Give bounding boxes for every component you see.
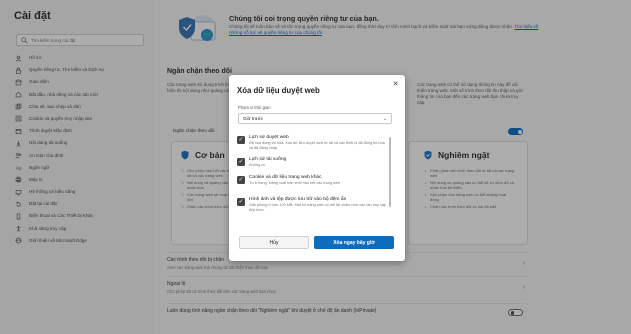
data-type-desc: Giải phóng ít hơn 100 MB. Một số trang w… — [249, 203, 387, 212]
data-type-list: ✓ Lịch sử duyệt web Đã xóa đồng bộ hóa. … — [237, 135, 387, 233]
data-type-item-cookies[interactable]: ✓ Cookie và dữ liệu trang web khác Từ 6 … — [237, 175, 387, 197]
chevron-down-icon: ⌄ — [382, 116, 387, 122]
clear-now-button[interactable]: Xóa ngay bây giờ — [314, 236, 394, 249]
dialog-scrollbar[interactable] — [389, 137, 391, 207]
clear-browsing-data-dialog: ✕ Xóa dữ liệu duyệt web Phạm vi thời gia… — [229, 75, 405, 261]
checkbox-checked-icon[interactable]: ✓ — [237, 198, 245, 206]
close-icon[interactable]: ✕ — [392, 80, 399, 88]
data-type-item-downloads[interactable]: ✓ Lịch sử tải xuống Không có — [237, 157, 387, 175]
time-range-label: Phạm vi thời gian — [238, 105, 271, 110]
checkbox-checked-icon[interactable]: ✓ — [237, 158, 245, 166]
data-type-desc: Không có — [249, 163, 266, 167]
data-type-title: Hình ảnh và tệp được lưu trữ vào bộ đệm … — [249, 197, 347, 202]
time-range-select[interactable]: Giờ trước ⌄ — [238, 113, 392, 124]
data-type-item-cache[interactable]: ✓ Hình ảnh và tệp được lưu trữ vào bộ đệ… — [237, 197, 387, 219]
time-range-value: Giờ trước — [243, 116, 264, 121]
data-type-item-history[interactable]: ✓ Lịch sử duyệt web Đã xóa đồng bộ hóa. … — [237, 135, 387, 157]
checkbox-checked-icon[interactable]: ✓ — [237, 176, 245, 184]
data-type-title: Lịch sử duyệt web — [249, 135, 289, 140]
checkbox-checked-icon[interactable]: ✓ — [237, 136, 245, 144]
dialog-title: Xóa dữ liệu duyệt web — [237, 86, 320, 95]
data-type-title: Lịch sử tải xuống — [249, 157, 287, 162]
cancel-button[interactable]: Hủy — [239, 236, 309, 249]
data-type-desc: Từ 6 trang. Đăng xuất bạn khỏi hầu hết c… — [249, 181, 342, 185]
data-type-desc: Đã xóa đồng bộ hóa. Xóa dữ liệu duyệt we… — [249, 141, 385, 150]
data-type-title: Cookie và dữ liệu trang web khác — [249, 175, 322, 180]
